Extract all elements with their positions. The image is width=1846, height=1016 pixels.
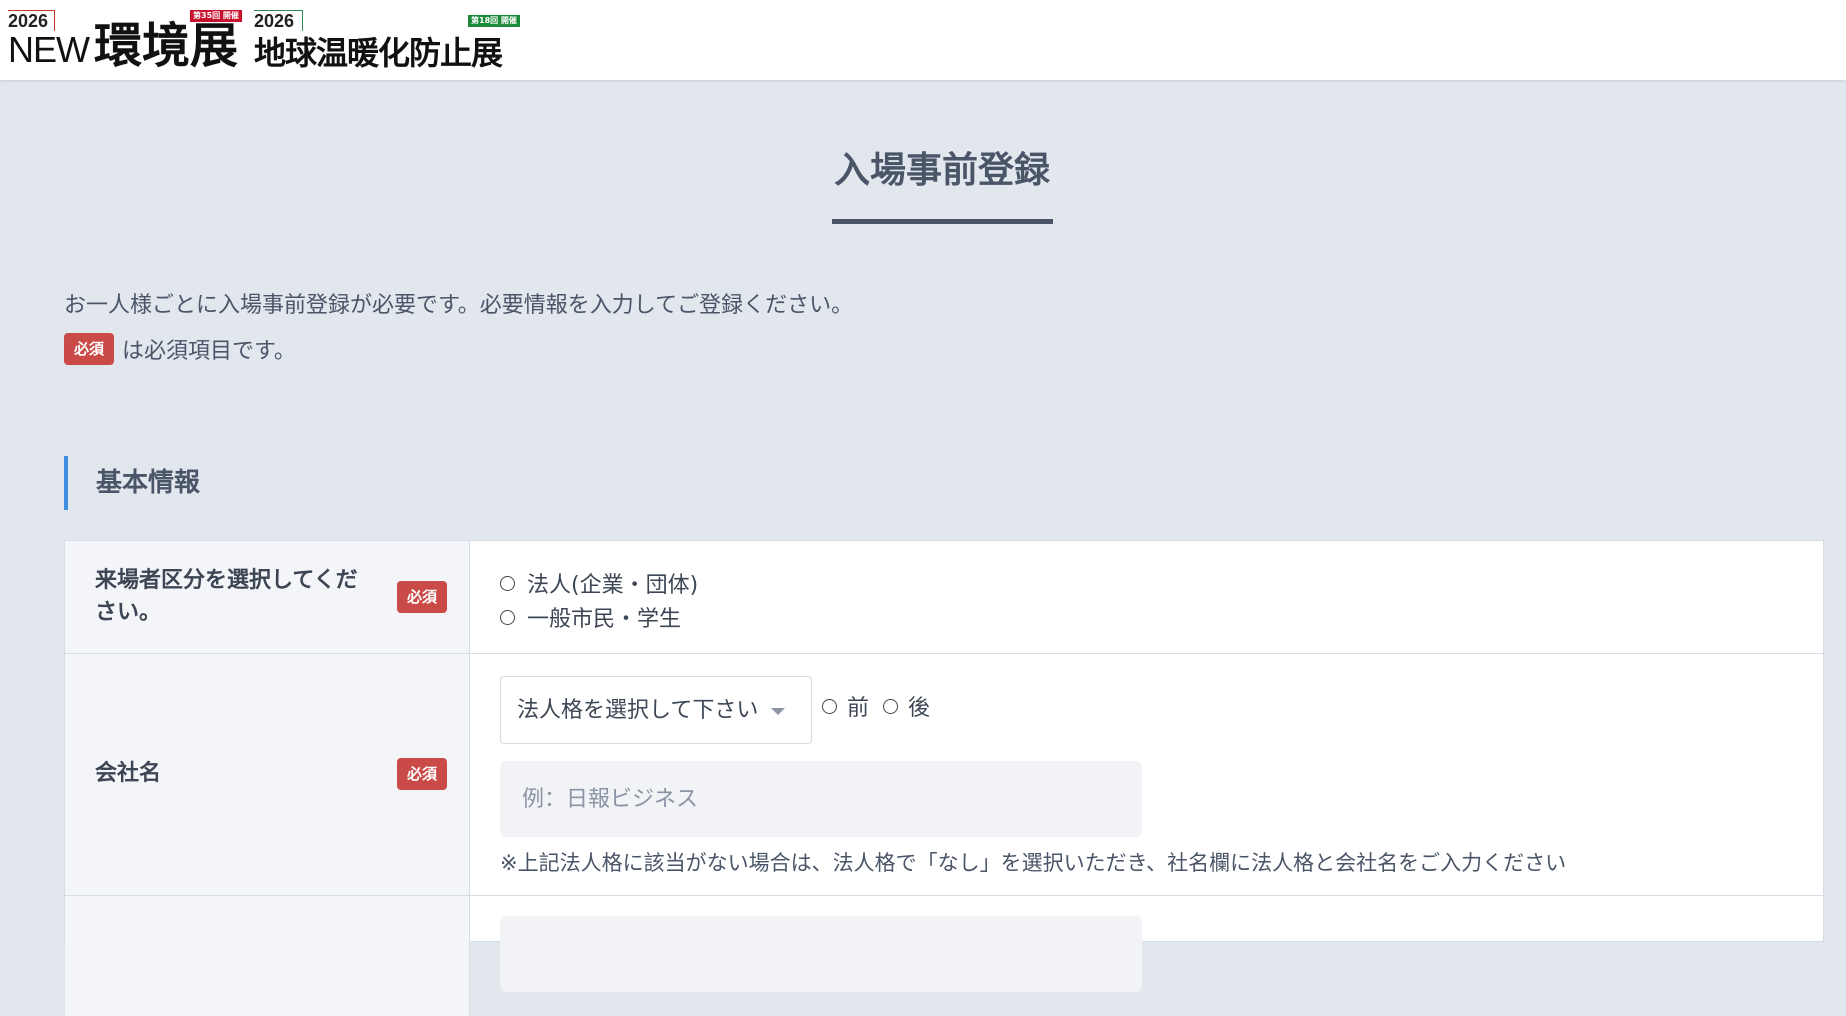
logo-kanji: 地球温暖化防止展 xyxy=(254,34,503,72)
value-cell xyxy=(470,896,1823,1016)
section-heading: 基本情報 xyxy=(64,456,200,510)
visitor-type-option-general[interactable]: 一般市民・学生 xyxy=(500,601,681,633)
label-cell: 会社名 必須 xyxy=(65,654,470,895)
required-legend: 必須 は必須項目です。 xyxy=(64,333,296,365)
new-kankyo-ten-logo[interactable]: 2026 第35回 開催 NEW 環境展 xyxy=(8,8,242,74)
required-legend-text: は必須項目です。 xyxy=(122,339,296,364)
logo-new-text: NEW xyxy=(8,29,90,70)
radio-label: 一般市民・学生 xyxy=(527,607,682,632)
basic-info-form: 来場者区分を選択してください。 必須 法人(企業・団体) 一般市民・学生 会社名… xyxy=(64,540,1824,1016)
label-cell xyxy=(65,896,470,1016)
logo-kanji: 環境展 xyxy=(94,18,239,74)
logo-year: 2026 xyxy=(8,10,56,31)
global-warming-prevention-logo[interactable]: 2026 第18回 開催 地球温暖化防止展 xyxy=(254,8,534,72)
required-badge: 必須 xyxy=(396,581,447,613)
company-name-note: ※上記法人格に該当がない場合は、法人格で「なし」を選択いただき、社名欄に法人格と… xyxy=(500,851,1567,875)
company-name-label: 会社名 xyxy=(95,761,162,786)
radio-button[interactable] xyxy=(500,609,515,625)
select-value: 法人格を選択して下さい xyxy=(517,698,759,723)
required-badge: 必須 xyxy=(64,333,115,365)
site-header: 2026 第35回 開催 NEW 環境展 2026 第18回 開催 地球温暖化防… xyxy=(0,0,1846,80)
corporate-type-select[interactable]: 法人格を選択して下さい xyxy=(500,676,812,744)
form-row-company-name: 会社名 必須 法人格を選択して下さい 前 後 ※上記法人格に該当がない場合は、法… xyxy=(65,654,1823,896)
form-row-visitor-type: 来場者区分を選択してください。 必須 法人(企業・団体) 一般市民・学生 xyxy=(65,541,1823,654)
next-field-input[interactable] xyxy=(500,916,1142,992)
company-name-input[interactable] xyxy=(500,761,1142,837)
radio-label-after: 後 xyxy=(908,696,931,721)
chevron-down-icon xyxy=(771,708,785,715)
corporate-type-position: 前 後 xyxy=(822,690,944,722)
logo-year: 2026 xyxy=(254,10,304,31)
radio-button-before[interactable] xyxy=(822,698,837,714)
value-cell: 法人(企業・団体) 一般市民・学生 xyxy=(470,541,1823,653)
intro-text: お一人様ごとに入場事前登録が必要です。必要情報を入力してご登録ください。 xyxy=(64,293,854,318)
page-title: 入場事前登録 xyxy=(833,150,1050,191)
radio-label: 法人(企業・団体) xyxy=(527,573,699,598)
visitor-type-label: 来場者区分を選択してください。 xyxy=(95,568,358,625)
radio-button[interactable] xyxy=(500,575,515,591)
title-underline xyxy=(832,219,1053,224)
value-cell: 法人格を選択して下さい 前 後 ※上記法人格に該当がない場合は、法人格で「なし」… xyxy=(470,654,1823,895)
logo-edition-badge: 第18回 開催 xyxy=(468,15,520,27)
form-row-next xyxy=(65,896,1823,1016)
visitor-type-option-corporate[interactable]: 法人(企業・団体) xyxy=(500,567,698,599)
label-cell: 来場者区分を選択してください。 必須 xyxy=(65,541,470,653)
radio-label-before: 前 xyxy=(847,696,870,721)
required-badge: 必須 xyxy=(396,758,447,790)
radio-button-after[interactable] xyxy=(883,698,899,714)
